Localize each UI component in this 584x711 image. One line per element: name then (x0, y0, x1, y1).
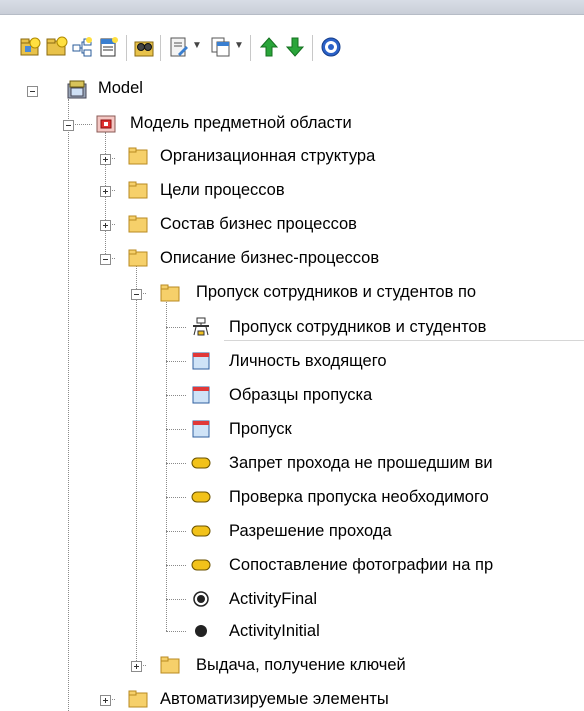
expand-toggle[interactable] (100, 220, 111, 231)
find-icon[interactable] (134, 36, 156, 58)
tree-item-pass-package[interactable]: Пропуск сотрудников и студентов по (196, 282, 476, 302)
tree-item-activity-initial[interactable]: ActivityInitial (229, 621, 320, 641)
tree-item-keys-package[interactable]: Выдача, получение ключей (196, 655, 406, 675)
expand-toggle[interactable] (100, 186, 111, 197)
tree-connector (166, 497, 186, 498)
tree-connector (166, 327, 186, 328)
tree-item-activity[interactable]: Запрет прохода не прошедшим ви (229, 453, 493, 473)
tree-connector (136, 262, 137, 665)
selection-underline (224, 340, 584, 341)
new-package-icon[interactable] (20, 36, 42, 58)
collapse-toggle[interactable] (63, 120, 74, 131)
chevron-down-icon[interactable]: ▼ (192, 40, 202, 51)
tree-connector (166, 631, 186, 632)
title-bar (0, 0, 584, 15)
toolbar-separator (312, 35, 313, 61)
folder-icon (160, 284, 180, 302)
tree-item-domain-model[interactable]: Модель предметной области (130, 113, 352, 133)
activity-diagram-icon (193, 317, 209, 336)
tree-item-automated-elements[interactable]: Автоматизируемые элементы (160, 689, 389, 709)
folder-icon (128, 215, 148, 233)
tree-item-process-goals[interactable]: Цели процессов (160, 180, 285, 200)
tree-connector (166, 395, 186, 396)
new-diagram-icon[interactable] (72, 36, 94, 58)
activity-icon (191, 525, 211, 537)
tree-item-activity[interactable]: Проверка пропуска необходимого (229, 487, 489, 507)
expand-toggle[interactable] (100, 154, 111, 165)
expand-toggle[interactable] (100, 695, 111, 706)
copy-icon[interactable] (210, 36, 232, 58)
tree-connector (166, 429, 186, 430)
tree-connector (166, 361, 186, 362)
toolbar-separator (126, 35, 127, 61)
new-element-icon[interactable] (98, 36, 120, 58)
tree-item-process-description[interactable]: Описание бизнес-процессов (160, 248, 379, 268)
activity-icon (191, 559, 211, 571)
activity-icon (191, 457, 211, 469)
tree-connector (166, 531, 186, 532)
collapse-toggle[interactable] (27, 86, 38, 97)
help-icon[interactable] (320, 36, 342, 58)
document-icon[interactable] (168, 36, 190, 58)
folder-icon (128, 249, 148, 267)
tree-connector (166, 297, 167, 631)
tree-connector (68, 99, 69, 711)
toolbar-separator (160, 35, 161, 61)
model-root-icon (67, 80, 87, 99)
toolbar-separator (250, 35, 251, 61)
tree-item-pass-diagram[interactable]: Пропуск сотрудников и студентов (229, 317, 486, 337)
tree-item-model[interactable]: Model (98, 78, 143, 98)
tree-item-org-structure[interactable]: Организационная структура (160, 146, 375, 166)
new-view-icon[interactable] (46, 36, 68, 58)
folder-icon (128, 690, 148, 708)
tree-item-activity[interactable]: Разрешение прохода (229, 521, 392, 541)
collapse-toggle[interactable] (131, 289, 142, 300)
tree-item-activity[interactable]: Сопоставление фотографии на пр (229, 555, 493, 575)
tree-connector (166, 463, 186, 464)
collapse-toggle[interactable] (100, 254, 111, 265)
model-package-icon (96, 115, 116, 133)
tree-item-activity-final[interactable]: ActivityFinal (229, 589, 317, 609)
activity-icon (191, 491, 211, 503)
object-icon (192, 352, 210, 370)
tree-item-process-composition[interactable]: Состав бизнес процессов (160, 214, 357, 234)
move-down-icon[interactable] (284, 36, 306, 58)
tree-item-object[interactable]: Личность входящего (229, 351, 387, 371)
move-up-icon[interactable] (258, 36, 280, 58)
folder-icon (160, 656, 180, 674)
expand-toggle[interactable] (131, 661, 142, 672)
object-icon (192, 386, 210, 404)
folder-icon (128, 181, 148, 199)
tree-connector (105, 132, 106, 262)
tree-item-object[interactable]: Пропуск (229, 419, 292, 439)
object-icon (192, 420, 210, 438)
project-browser-toolbar: ▼ ▼ (0, 15, 584, 69)
chevron-down-icon[interactable]: ▼ (234, 40, 244, 51)
tree-connector (166, 599, 186, 600)
tree-item-object[interactable]: Образцы пропуска (229, 385, 372, 405)
activity-final-icon (193, 591, 209, 607)
tree-connector (166, 565, 186, 566)
folder-icon (128, 147, 148, 165)
activity-initial-icon (195, 625, 207, 637)
